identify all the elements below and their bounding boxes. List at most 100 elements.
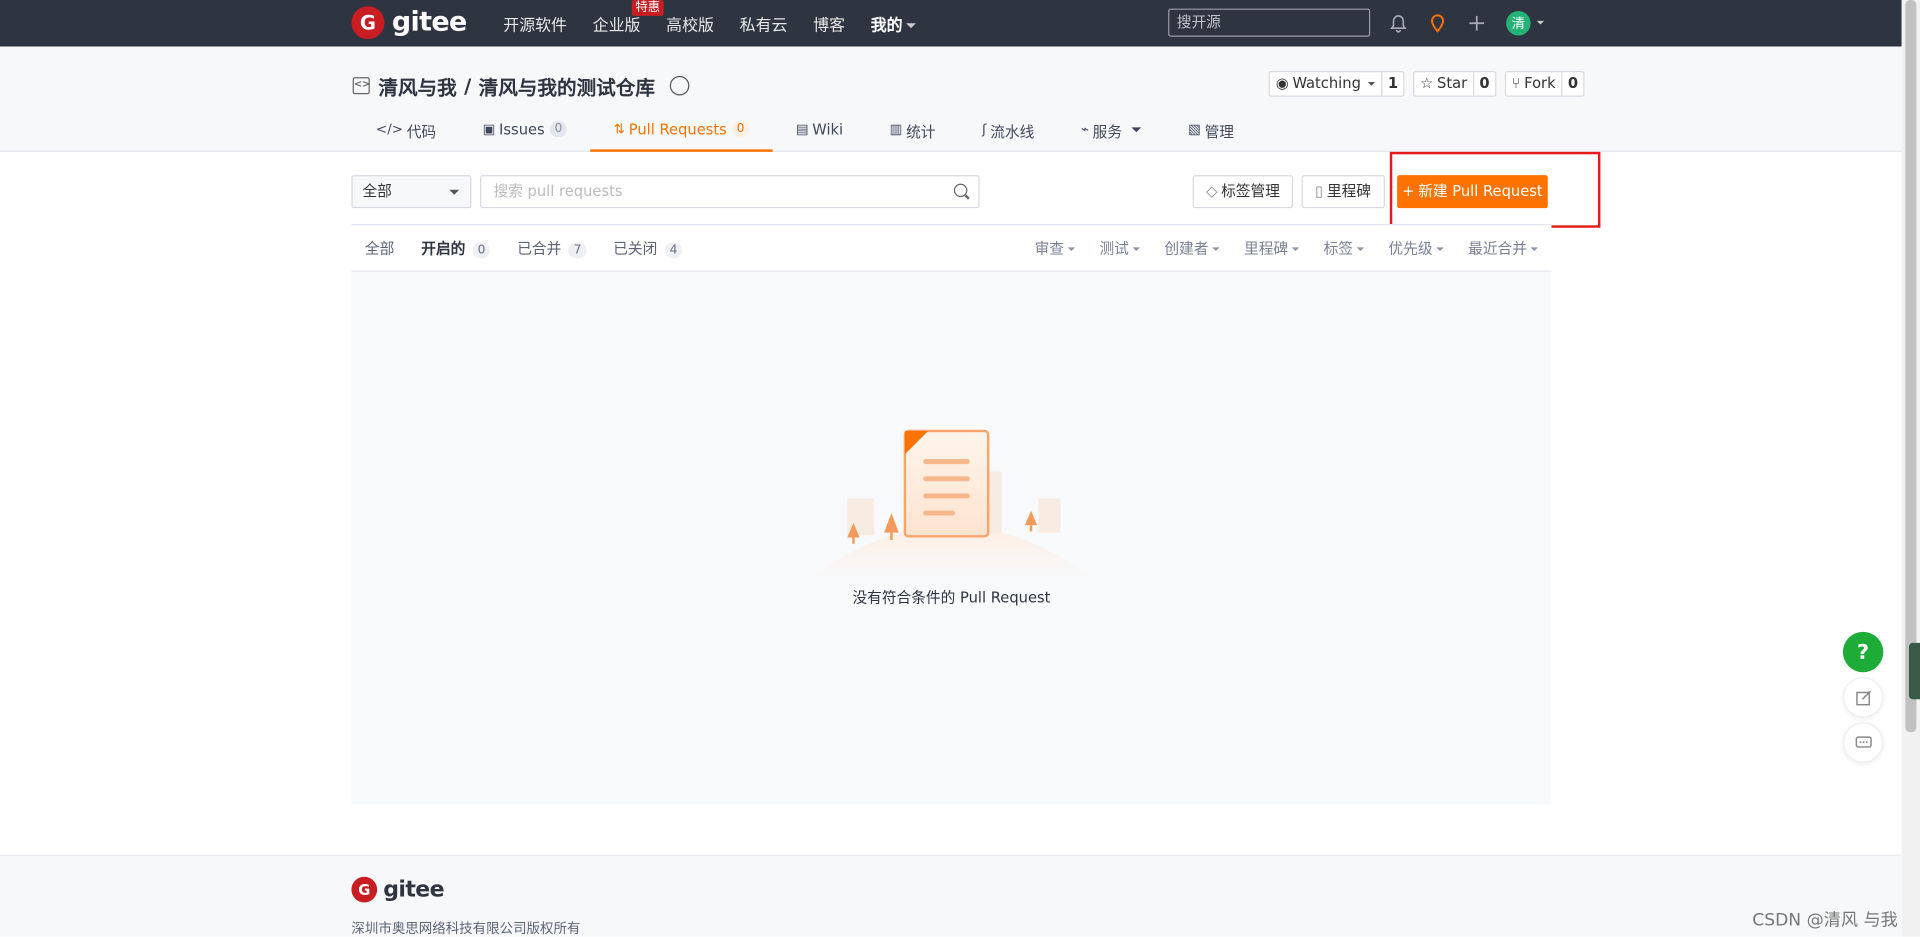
tab-pipeline[interactable]: ʃ 流水线 <box>959 115 1058 152</box>
watch-count[interactable]: 1 <box>1381 72 1403 96</box>
filter-review-dropdown[interactable]: 审查 <box>1035 238 1075 259</box>
watch-label: Watching <box>1292 74 1361 92</box>
chevron-down-icon <box>1436 247 1444 252</box>
empty-message: 没有符合条件的 Pull Request <box>852 588 1051 607</box>
milestone-button[interactable]: ▯ 里程碑 <box>1301 175 1385 209</box>
nav-link-mine-label: 我的 <box>870 16 903 35</box>
help-button[interactable]: ? <box>1842 631 1884 673</box>
chat-button[interactable] <box>1842 722 1884 763</box>
nav-link-enterprise[interactable]: 企业版 特惠 <box>592 0 664 35</box>
side-widget-tab[interactable] <box>1908 642 1920 700</box>
filter-priority-label: 优先级 <box>1388 240 1433 258</box>
chevron-down-icon <box>449 189 460 195</box>
csdn-watermark: CSDN @清风 与我 <box>1752 911 1898 931</box>
fork-count[interactable]: 0 <box>1561 72 1583 96</box>
repo-header: <> 清风与我 / 清风与我的测试仓库 ◉ Watching 1 ☆ Star 0 … <box>0 46 1902 152</box>
tab-issues-label: Issues <box>499 121 545 139</box>
repo-title: <> 清风与我 / 清风与我的测试仓库 <box>352 71 690 100</box>
avatar[interactable]: 清 <box>1506 11 1531 36</box>
repo-name-link[interactable]: 清风与我的测试仓库 <box>479 71 655 100</box>
pr-toolbar: 全部 搜索 pull requests ◇ 标签管理 ▯ 里程碑 + 新建 Pull … <box>351 175 1551 209</box>
filter-label-dropdown[interactable]: 标签 <box>1324 238 1365 259</box>
nav-link-mine[interactable]: 我的 <box>870 12 917 35</box>
nav-link-university[interactable]: 高校版 <box>666 12 714 35</box>
filter-author-dropdown[interactable]: 创建者 <box>1164 238 1220 259</box>
footer-logo-text: gitee <box>383 876 444 903</box>
filter-closed-label: 已关闭 <box>613 240 658 258</box>
nav-search-input[interactable]: 搜开源 <box>1168 8 1371 37</box>
filter-all[interactable]: 全部 <box>365 238 394 259</box>
tab-manage[interactable]: ▧ 管理 <box>1165 115 1257 152</box>
gitee-logo-text: gitee <box>391 7 467 38</box>
filter-review-label: 审查 <box>1034 240 1064 258</box>
avatar-chevron-down-icon[interactable] <box>1536 20 1545 25</box>
filter-test-dropdown[interactable]: 测试 <box>1099 238 1140 259</box>
feedback-button[interactable] <box>1842 677 1884 718</box>
tab-pull-requests-count: 0 <box>731 121 750 138</box>
pull-request-icon: ⇅ <box>613 121 626 138</box>
hot-badge: 特惠 <box>631 0 664 16</box>
footer: G gitee 深圳市奥思网络科技有限公司版权所有 <box>0 854 1902 937</box>
fork-button[interactable]: ⑂ Fork 0 <box>1504 71 1585 97</box>
chevron-down-icon <box>906 23 917 29</box>
empty-state: 没有符合条件的 Pull Request <box>351 271 1552 805</box>
tab-pull-requests-label: Pull Requests <box>628 121 727 139</box>
star-button[interactable]: ☆ Star 0 <box>1412 71 1496 97</box>
plus-icon[interactable] <box>1466 12 1488 34</box>
tab-stats[interactable]: ▥ 统计 <box>866 115 958 152</box>
sort-recent-merged-label: 最近合并 <box>1468 240 1527 258</box>
gitee-logo[interactable]: G gitee <box>351 6 467 40</box>
scope-select[interactable]: 全部 <box>351 175 472 209</box>
label-manage-button[interactable]: ◇ 标签管理 <box>1192 175 1294 209</box>
repo-owner-link[interactable]: 清风与我 <box>378 71 456 100</box>
footer-logo[interactable]: G gitee <box>351 876 445 903</box>
filter-priority-dropdown[interactable]: 优先级 <box>1389 238 1444 259</box>
nav-link-blog[interactable]: 博客 <box>813 12 845 35</box>
tab-code[interactable]: </> 代码 <box>353 115 460 152</box>
nav-link-open-source[interactable]: 开源软件 <box>503 12 567 35</box>
star-count[interactable]: 0 <box>1473 72 1494 96</box>
watch-chevron-down-icon <box>1368 82 1376 86</box>
tab-stats-label: 统计 <box>906 123 936 141</box>
tab-service[interactable]: ⌁ 服务 <box>1058 115 1165 152</box>
page-scrollbar[interactable] <box>1901 0 1920 937</box>
milestone-label: 里程碑 <box>1326 182 1371 200</box>
filter-closed[interactable]: 已关闭 4 <box>613 238 683 259</box>
tab-issues[interactable]: ▣ Issues 0 <box>459 115 590 152</box>
nav-link-private-cloud[interactable]: 私有云 <box>740 12 788 35</box>
pr-search-input[interactable]: 搜索 pull requests <box>480 175 980 209</box>
nav-link-enterprise-label: 企业版 <box>592 16 641 35</box>
scope-select-value: 全部 <box>362 182 392 200</box>
filter-closed-count: 4 <box>664 242 683 259</box>
tag-icon: ◇ <box>1206 182 1218 200</box>
scrollbar-thumb[interactable] <box>1905 0 1917 733</box>
top-navbar: G gitee 开源软件 企业版 特惠 高校版 私有云 博客 我的 搜开源 清 <box>0 0 1902 47</box>
filter-open-count: 0 <box>472 242 491 259</box>
star-icon: ☆ <box>1420 74 1434 92</box>
tab-service-label: 服务 <box>1092 123 1123 141</box>
bell-icon[interactable] <box>1387 12 1409 34</box>
filter-milestone-dropdown[interactable]: 里程碑 <box>1244 238 1300 259</box>
service-chevron-down-icon <box>1131 127 1142 133</box>
location-pin-icon[interactable] <box>1427 12 1449 34</box>
filter-merged[interactable]: 已合并 7 <box>517 238 587 259</box>
filter-open[interactable]: 开启的 0 <box>421 238 491 259</box>
tab-wiki[interactable]: ▤ Wiki <box>773 115 867 152</box>
tab-pull-requests[interactable]: ⇅ Pull Requests 0 <box>590 115 773 152</box>
watch-button[interactable]: ◉ Watching 1 <box>1268 71 1405 97</box>
filter-open-label: 开启的 <box>421 240 466 258</box>
gitee-logo-icon: G <box>351 6 385 40</box>
issues-icon: ▣ <box>482 121 496 138</box>
repo-title-separator: / <box>464 74 472 98</box>
filter-merged-count: 7 <box>568 242 587 259</box>
sort-recent-merged-dropdown[interactable]: 最近合并 <box>1468 238 1538 259</box>
chevron-down-icon <box>1132 247 1140 252</box>
code-icon: </> <box>375 121 404 138</box>
filter-milestone-label: 里程碑 <box>1244 240 1289 258</box>
sort-filters: 审查 测试 创建者 里程碑 标签 优先级 最近合并 <box>1010 225 1538 270</box>
chat-icon <box>1854 735 1872 748</box>
wiki-icon: ▤ <box>795 121 809 138</box>
gvp-badge-icon <box>669 75 690 96</box>
search-icon[interactable] <box>953 183 968 198</box>
tab-manage-label: 管理 <box>1204 123 1235 141</box>
